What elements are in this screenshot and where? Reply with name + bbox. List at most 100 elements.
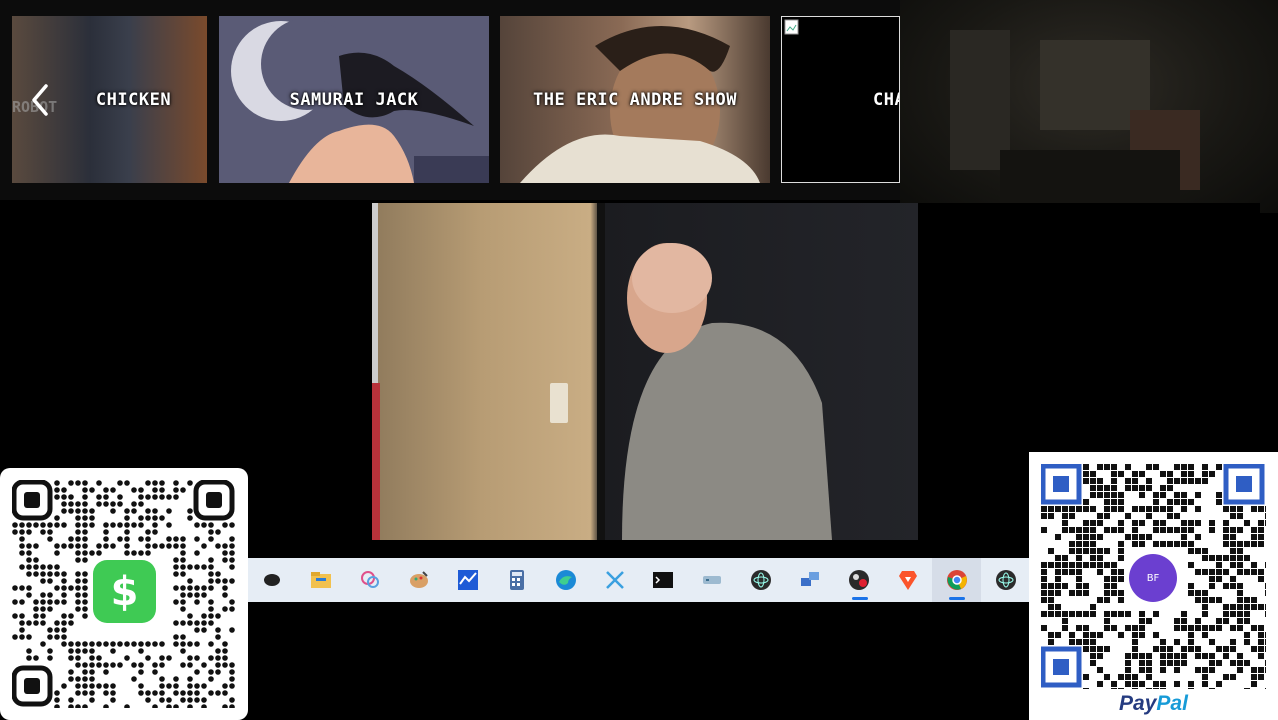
qr-module — [1111, 506, 1117, 512]
network-icon[interactable] — [786, 558, 835, 602]
qr-module — [1174, 625, 1180, 631]
qr-module — [1083, 562, 1089, 568]
qr-module — [145, 641, 151, 647]
qr-module — [1223, 520, 1229, 526]
show-tile-samurai-jack[interactable]: SAMURAI JACK — [219, 16, 489, 183]
qr-module — [1167, 653, 1173, 659]
qr-module — [1069, 506, 1075, 512]
qr-module — [1237, 555, 1243, 561]
qr-module — [89, 550, 95, 556]
qr-module — [40, 529, 46, 535]
qr-module — [187, 697, 193, 703]
qr-module — [61, 508, 67, 514]
qr-module — [54, 585, 60, 591]
chrome-browser-icon[interactable] — [932, 558, 982, 602]
qr-module — [1237, 527, 1243, 533]
qr-module — [1258, 646, 1264, 652]
snipping-tool-icon[interactable] — [590, 558, 639, 602]
qr-module — [82, 480, 88, 486]
qr-module — [89, 515, 95, 521]
qr-module — [1265, 583, 1266, 589]
qr-module — [138, 662, 144, 668]
qr-module — [1209, 527, 1215, 533]
qr-module — [124, 508, 130, 514]
qr-module — [1174, 499, 1180, 505]
qr-module — [222, 683, 228, 689]
qr-module — [1069, 527, 1075, 533]
qr-module — [1251, 604, 1257, 610]
qr-module — [194, 599, 200, 605]
qr-module — [1146, 478, 1152, 484]
terminal-icon[interactable] — [639, 558, 688, 602]
qr-module — [103, 494, 109, 500]
brave-browser-icon[interactable] — [883, 558, 932, 602]
qr-module — [1097, 534, 1103, 540]
qr-module — [1258, 569, 1264, 575]
qr-module — [201, 522, 207, 528]
qr-module — [1160, 688, 1166, 689]
qr-module — [40, 571, 46, 577]
qr-module — [47, 648, 53, 654]
qr-module — [1139, 625, 1145, 631]
qr-module — [82, 501, 88, 507]
qr-module — [1160, 506, 1166, 512]
stock-chart-icon[interactable] — [444, 558, 493, 602]
qr-module — [187, 662, 193, 668]
qr-module — [1055, 506, 1061, 512]
file-explorer-icon[interactable] — [297, 558, 346, 602]
qr-module — [1090, 604, 1096, 610]
qr-module — [47, 627, 53, 633]
qr-module — [54, 515, 60, 521]
calculator-icon[interactable] — [492, 558, 541, 602]
paint-3d-icon[interactable] — [346, 558, 395, 602]
qr-module — [1146, 688, 1152, 689]
qr-module — [222, 690, 228, 696]
electron-app-icon[interactable] — [981, 558, 1030, 602]
chevron-left-icon[interactable] — [28, 82, 52, 118]
qr-module — [103, 683, 109, 689]
qr-module — [1132, 485, 1138, 491]
qr-module — [75, 536, 81, 542]
qr-module — [1146, 674, 1152, 680]
qr-module — [180, 599, 186, 605]
qr-module — [26, 571, 32, 577]
qr-module — [1111, 562, 1117, 568]
qr-module — [1118, 506, 1124, 512]
qr-module — [89, 669, 95, 675]
show-tile-eric-andre[interactable]: THE ERIC ANDRE SHOW — [500, 16, 770, 183]
qr-module — [1090, 506, 1096, 512]
qr-module — [1251, 506, 1257, 512]
qr-module — [82, 606, 88, 612]
qr-module — [138, 669, 144, 675]
electron-app-icon[interactable] — [737, 558, 786, 602]
video-player[interactable] — [372, 203, 918, 540]
qr-module — [1265, 611, 1266, 617]
qr-module — [1188, 639, 1194, 645]
qr-module — [201, 543, 207, 549]
show-tile-partial[interactable]: CHA — [781, 16, 900, 183]
qr-module — [180, 592, 186, 598]
qr-module — [1111, 688, 1117, 689]
qr-module — [1209, 555, 1215, 561]
obs-studio-icon[interactable] — [835, 558, 884, 602]
qr-module — [1132, 653, 1138, 659]
qr-module — [1237, 583, 1243, 589]
qr-module — [110, 543, 116, 549]
mouse-icon[interactable] — [248, 558, 297, 602]
qr-module — [1181, 611, 1187, 617]
qr-module — [187, 564, 193, 570]
qr-module — [54, 697, 60, 703]
qr-module — [19, 536, 25, 542]
qr-module — [1118, 471, 1124, 477]
qr-module — [159, 662, 165, 668]
qr-module — [1132, 506, 1138, 512]
qr-module — [103, 641, 109, 647]
remote-desktop-icon[interactable] — [688, 558, 737, 602]
edge-browser-icon[interactable] — [541, 558, 590, 602]
qr-module — [82, 515, 88, 521]
qr-module — [1055, 604, 1061, 610]
qr-module — [1097, 513, 1103, 519]
qr-module — [1153, 506, 1159, 512]
qr-module — [1188, 499, 1194, 505]
paint-palette-icon[interactable] — [395, 558, 444, 602]
